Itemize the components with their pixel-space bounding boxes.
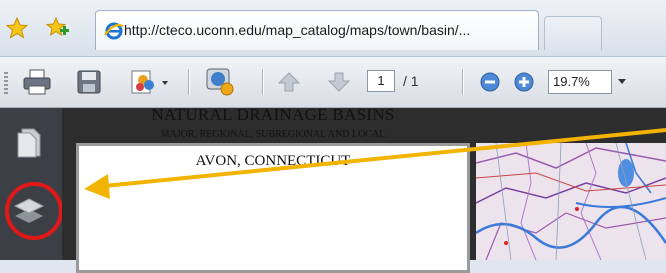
new-tab-button[interactable] <box>544 16 602 50</box>
zoom-in-icon <box>514 72 534 92</box>
print-button[interactable] <box>20 67 54 97</box>
document-title: NATURAL DRAINAGE BASINS <box>151 105 395 124</box>
zoom-dropdown-caret[interactable] <box>618 79 626 84</box>
navigation-sidebar <box>0 108 63 260</box>
star-icon[interactable] <box>6 17 28 39</box>
zoom-in-button[interactable] <box>512 67 536 97</box>
toolbar-grip[interactable] <box>4 72 8 94</box>
map-graphic <box>476 143 666 260</box>
document-subtitle: MAJOR, REGIONAL, SUBREGIONAL AND LOCAL <box>160 129 386 140</box>
document-town: AVON, CONNECTICUT <box>195 153 351 169</box>
page-thumbnails-icon[interactable] <box>16 128 42 158</box>
zoom-out-button[interactable] <box>478 67 502 97</box>
add-favorite-icon[interactable] <box>46 16 70 40</box>
print-icon <box>23 69 51 95</box>
zoom-out-icon <box>480 72 500 92</box>
zoom-level-input[interactable]: 19.7% <box>548 70 612 94</box>
document-text-layer: NATURAL DRAINAGE BASINS MAJOR, REGIONAL,… <box>76 0 470 260</box>
highlight-circle <box>5 182 63 240</box>
map-image <box>476 143 666 260</box>
